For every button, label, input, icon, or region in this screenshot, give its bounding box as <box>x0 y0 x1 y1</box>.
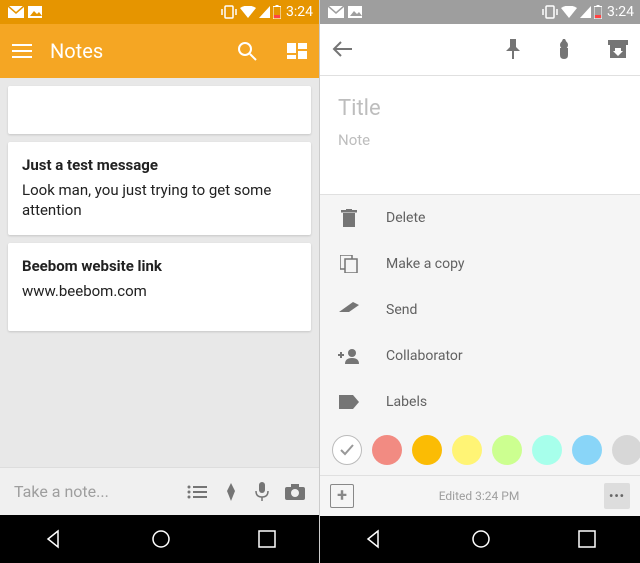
photos-icon <box>348 6 362 18</box>
color-swatch[interactable] <box>452 435 482 465</box>
note-body: Look man, you just trying to get some at… <box>22 180 297 221</box>
pen-icon[interactable] <box>223 483 239 501</box>
color-white[interactable] <box>332 435 362 465</box>
recent-nav-icon[interactable] <box>578 530 596 548</box>
trash-icon <box>338 209 360 227</box>
add-person-icon <box>338 348 360 364</box>
signal-icon <box>259 6 270 18</box>
note-title: Beebom website link <box>22 257 297 275</box>
recent-nav-icon[interactable] <box>258 530 276 548</box>
menu-label: Send <box>386 302 417 318</box>
back-arrow-icon[interactable] <box>332 41 352 57</box>
menu-label: Labels <box>386 394 427 410</box>
reminder-icon[interactable] <box>554 39 574 59</box>
hamburger-icon[interactable] <box>12 44 32 58</box>
view-toggle-icon[interactable] <box>287 43 307 59</box>
copy-icon <box>338 255 360 273</box>
notes-list: Just a test message Look man, you just t… <box>0 78 319 467</box>
new-note-placeholder: Take a note... <box>14 482 171 501</box>
notes-list-screen: 3:24 Notes Just a test message Look man,… <box>0 0 320 563</box>
color-picker <box>320 425 640 474</box>
add-button[interactable]: + <box>330 484 354 508</box>
menu-labels[interactable]: Labels <box>320 379 640 425</box>
body-input[interactable]: Note <box>338 131 622 149</box>
menu-label: Collaborator <box>386 348 463 364</box>
mail-icon <box>328 6 344 18</box>
color-swatch[interactable] <box>532 435 562 465</box>
android-nav-bar <box>320 516 640 563</box>
app-bar <box>320 24 640 77</box>
new-note-bar[interactable]: Take a note... <box>0 467 319 515</box>
note-title: Just a test message <box>22 156 297 174</box>
color-swatch[interactable] <box>612 435 640 465</box>
app-bar: Notes <box>0 24 319 78</box>
list-icon[interactable] <box>187 485 207 499</box>
battery-icon <box>594 5 602 19</box>
menu-label: Delete <box>386 210 425 226</box>
color-swatch[interactable] <box>572 435 602 465</box>
status-time: 3:24 <box>607 4 634 20</box>
note-card[interactable]: Beebom website link www.beebom.com <box>8 243 311 331</box>
label-icon <box>338 395 360 409</box>
menu-delete[interactable]: Delete <box>320 195 640 241</box>
camera-icon[interactable] <box>285 484 305 500</box>
wifi-icon <box>561 6 577 18</box>
action-menu: Delete Make a copy Send Collaborator Lab… <box>320 194 640 425</box>
android-nav-bar <box>0 515 319 563</box>
mic-icon[interactable] <box>255 482 269 502</box>
note-card[interactable]: Just a test message Look man, you just t… <box>8 142 311 235</box>
edited-timestamp: Edited 3:24 PM <box>364 489 594 503</box>
note-body: www.beebom.com <box>22 281 297 301</box>
menu-label: Make a copy <box>386 256 465 272</box>
mail-icon <box>8 6 24 18</box>
vibrate-icon <box>542 5 558 19</box>
home-nav-icon[interactable] <box>151 529 171 549</box>
note-editor[interactable]: Title Note <box>320 76 640 194</box>
status-bar: 3:24 <box>320 0 640 24</box>
color-swatch[interactable] <box>372 435 402 465</box>
status-time: 3:24 <box>286 4 313 20</box>
editor-bottom-bar: + Edited 3:24 PM ••• <box>320 475 640 516</box>
send-icon <box>338 302 360 318</box>
search-icon[interactable] <box>237 41 257 61</box>
home-nav-icon[interactable] <box>471 529 491 549</box>
pin-icon[interactable] <box>506 39 520 59</box>
menu-copy[interactable]: Make a copy <box>320 241 640 287</box>
menu-send[interactable]: Send <box>320 287 640 333</box>
more-button[interactable]: ••• <box>604 483 630 509</box>
wifi-icon <box>240 6 256 18</box>
color-swatch[interactable] <box>412 435 442 465</box>
back-nav-icon[interactable] <box>44 529 64 549</box>
menu-collaborator[interactable]: Collaborator <box>320 333 640 379</box>
title-input[interactable]: Title <box>338 96 622 121</box>
note-card[interactable] <box>8 86 311 134</box>
battery-icon <box>273 5 281 19</box>
back-nav-icon[interactable] <box>364 529 384 549</box>
vibrate-icon <box>221 5 237 19</box>
photos-icon <box>28 6 42 18</box>
color-swatch[interactable] <box>492 435 522 465</box>
signal-icon <box>580 6 591 18</box>
note-edit-screen: 3:24 Title Note Delete Make a copy Send … <box>320 0 640 563</box>
app-title: Notes <box>50 39 219 63</box>
archive-icon[interactable] <box>608 40 628 58</box>
status-bar: 3:24 <box>0 0 319 24</box>
